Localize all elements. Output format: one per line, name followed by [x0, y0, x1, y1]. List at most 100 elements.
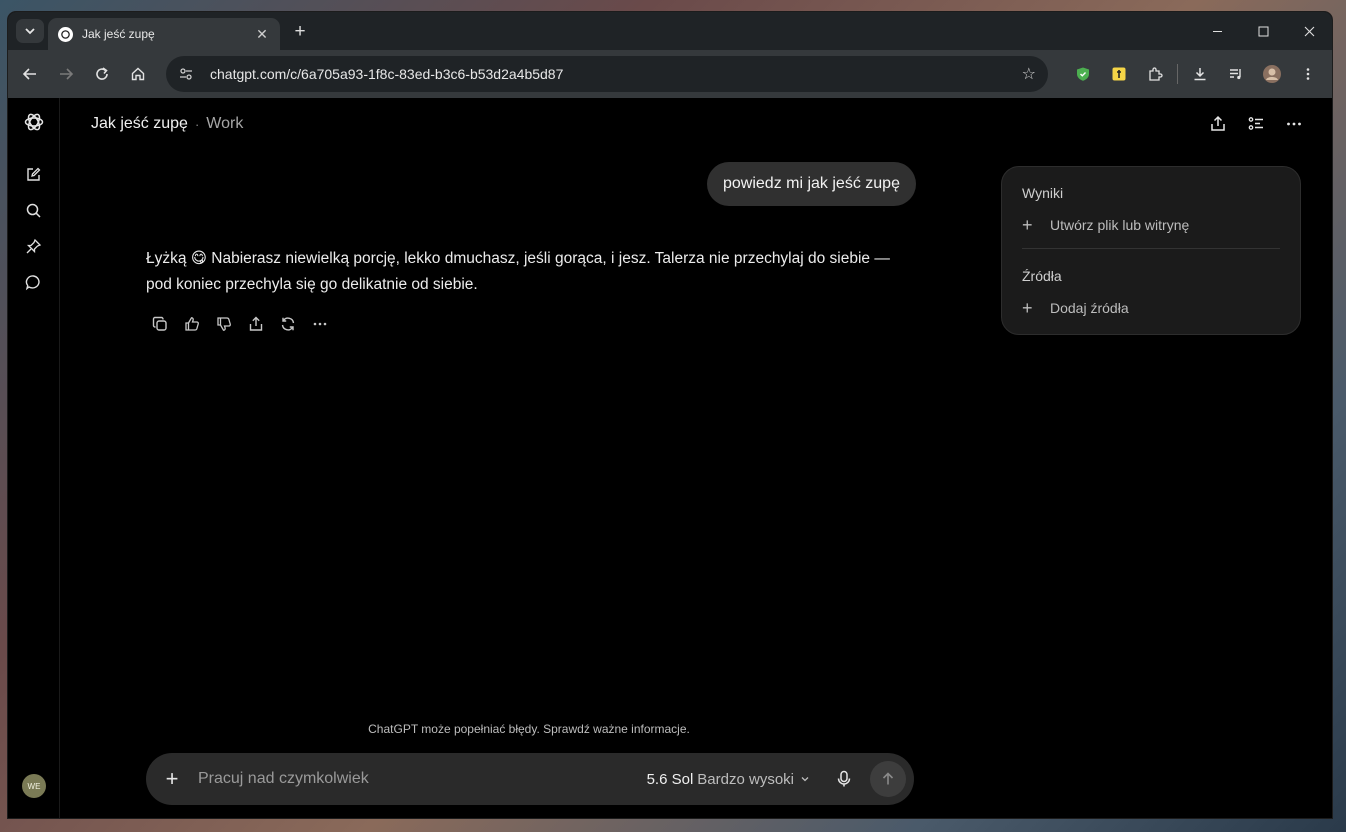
- shield-extension-button[interactable]: [1065, 56, 1101, 92]
- header-actions: [1200, 106, 1312, 142]
- tab-strip: Jak jeść zupę ✕ +: [8, 12, 1332, 50]
- project-name[interactable]: Work: [206, 115, 243, 133]
- add-sources-button[interactable]: + Dodaj źródła: [1022, 296, 1280, 320]
- chats-button[interactable]: [16, 264, 52, 300]
- maximize-icon: [1258, 26, 1268, 36]
- new-chat-button[interactable]: [16, 156, 52, 192]
- copy-icon: [152, 316, 167, 331]
- reasoning-effort: Bardzo wysoki: [697, 770, 794, 788]
- panel-divider: [1022, 248, 1280, 249]
- reload-button[interactable]: [84, 56, 120, 92]
- user-avatar[interactable]: WE: [22, 774, 46, 798]
- more-horizontal-icon: [313, 322, 327, 326]
- close-icon: [1304, 26, 1314, 36]
- plus-icon: +: [1022, 297, 1033, 318]
- copy-button[interactable]: [146, 310, 174, 338]
- minimize-icon: [1212, 30, 1222, 32]
- model-name: 5.6 Sol: [646, 770, 694, 788]
- model-selector[interactable]: 5.6 Sol Bardzo wysoki: [647, 771, 810, 788]
- text-extension-icon: [1112, 67, 1126, 81]
- share-icon: [249, 316, 263, 331]
- prompt-input[interactable]: [198, 770, 647, 788]
- extensions-button[interactable]: [1137, 56, 1173, 92]
- results-heading: Wyniki: [1022, 185, 1064, 201]
- text-extension-button[interactable]: [1101, 56, 1137, 92]
- tab-title: Jak jeść zupę: [82, 27, 155, 41]
- profile-avatar-icon: [1263, 65, 1281, 83]
- home-button[interactable]: [120, 56, 156, 92]
- tab-close-icon[interactable]: ✕: [254, 26, 270, 43]
- edit-icon: [27, 167, 41, 181]
- refresh-icon: [281, 317, 295, 331]
- chat-app: WE Jak jeść zupę · Work powiedz mi jak j…: [8, 98, 1332, 818]
- browser-toolbar: chatgpt.com/c/6a705a93-1f8c-83ed-b3c6-b5…: [8, 50, 1332, 98]
- left-rail: WE: [8, 98, 60, 818]
- chevron-down-icon: [25, 28, 35, 35]
- reload-icon: [96, 67, 108, 80]
- thumbs-down-icon: [217, 317, 231, 331]
- music-queue-icon: [1230, 69, 1241, 80]
- thumbs-down-button[interactable]: [210, 310, 238, 338]
- regenerate-button[interactable]: [274, 310, 302, 338]
- share-icon: [1211, 115, 1225, 131]
- assistant-message: Łyżką 😋 Nabierasz niewielką porcję, lekk…: [146, 250, 890, 293]
- browser-menu-button[interactable]: [1290, 56, 1326, 92]
- chevron-down-icon: [800, 774, 810, 784]
- window-controls: [1194, 12, 1332, 50]
- profile-button[interactable]: [1254, 56, 1290, 92]
- conversation-title[interactable]: Jak jeść zupę: [91, 115, 188, 133]
- maximize-button[interactable]: [1240, 12, 1286, 50]
- share-button[interactable]: [1200, 106, 1236, 142]
- chatgpt-logo-icon[interactable]: [16, 104, 52, 140]
- more-horizontal-icon: [1287, 122, 1301, 126]
- task-list-button[interactable]: [1238, 106, 1274, 142]
- new-tab-button[interactable]: +: [290, 21, 310, 43]
- shield-icon: [1077, 67, 1089, 81]
- title-separator: ·: [194, 116, 200, 132]
- results-sources-panel: Wyniki + Utwórz plik lub witrynę Źródła …: [1001, 166, 1301, 335]
- arrow-left-icon: [22, 68, 36, 80]
- microphone-icon: [837, 770, 851, 787]
- home-icon: [131, 67, 145, 81]
- url-text: chatgpt.com/c/6a705a93-1f8c-83ed-b3c6-b5…: [210, 66, 564, 82]
- tab-search-button[interactable]: [16, 19, 44, 43]
- create-file-button[interactable]: + Utwórz plik lub witrynę: [1022, 213, 1280, 237]
- pin-icon: [26, 238, 42, 253]
- sources-heading: Źródła: [1022, 268, 1062, 284]
- more-vertical-icon: [1306, 68, 1310, 80]
- conversation-header: Jak jeść zupę · Work: [60, 98, 1332, 150]
- arrow-up-icon: [882, 772, 894, 785]
- message-composer: + 5.6 Sol Bardzo wysoki: [146, 753, 914, 805]
- user-message: powiedz mi jak jeść zupę: [707, 162, 916, 206]
- more-options-button[interactable]: [1276, 106, 1312, 142]
- share-message-button[interactable]: [242, 310, 270, 338]
- thumbs-up-button[interactable]: [178, 310, 206, 338]
- close-window-button[interactable]: [1286, 12, 1332, 50]
- plus-icon: +: [1022, 214, 1033, 235]
- message-actions: [146, 310, 334, 338]
- media-button[interactable]: [1218, 56, 1254, 92]
- browser-tab[interactable]: Jak jeść zupę ✕: [48, 18, 280, 50]
- send-button[interactable]: [870, 761, 906, 797]
- thumbs-up-icon: [185, 317, 199, 331]
- more-message-options-button[interactable]: [306, 310, 334, 338]
- bookmark-star-icon[interactable]: ☆: [1022, 64, 1036, 84]
- search-chats-button[interactable]: [16, 192, 52, 228]
- chatgpt-favicon-icon: [58, 26, 73, 42]
- site-info-icon[interactable]: [178, 66, 200, 82]
- minimize-button[interactable]: [1194, 12, 1240, 50]
- back-button[interactable]: [12, 56, 48, 92]
- downloads-button[interactable]: [1182, 56, 1218, 92]
- create-file-label: Utwórz plik lub witrynę: [1050, 217, 1190, 233]
- disclaimer-text: ChatGPT może popełniać błędy. Sprawdź wa…: [368, 722, 690, 736]
- address-bar[interactable]: chatgpt.com/c/6a705a93-1f8c-83ed-b3c6-b5…: [166, 56, 1048, 92]
- voice-input-button[interactable]: [828, 763, 860, 795]
- forward-button[interactable]: [48, 56, 84, 92]
- arrow-right-icon: [60, 68, 74, 80]
- download-icon: [1194, 68, 1206, 81]
- pinned-button[interactable]: [16, 228, 52, 264]
- add-attachment-button[interactable]: +: [158, 766, 186, 792]
- search-icon: [26, 203, 41, 218]
- puzzle-icon: [1149, 67, 1163, 81]
- toolbar-extensions: [1065, 56, 1326, 92]
